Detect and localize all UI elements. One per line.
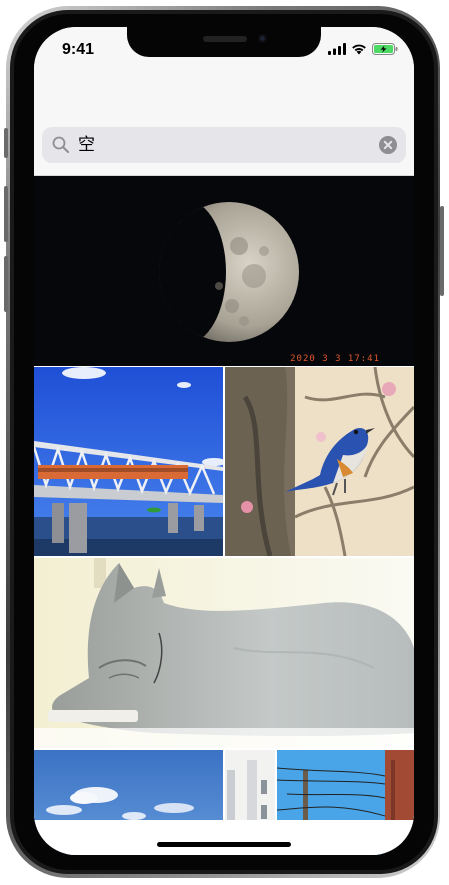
- clear-circle-icon[interactable]: [379, 136, 397, 154]
- photo-blue-bird[interactable]: [225, 367, 414, 556]
- notch: [127, 27, 321, 57]
- navigation-bar: [34, 71, 414, 119]
- search-bar-container: 空: [34, 119, 414, 176]
- speaker: [203, 36, 247, 42]
- moon-image: [159, 202, 299, 342]
- magnifying-glass-icon: [52, 136, 69, 153]
- cellular-signal-icon: [328, 43, 346, 55]
- battery-charging-icon: [372, 43, 398, 55]
- status-icons: [328, 43, 398, 55]
- search-field[interactable]: 空: [42, 127, 406, 163]
- photo-moon[interactable]: 2020 3 3 17:41: [34, 176, 414, 366]
- side-button: [440, 206, 444, 296]
- cat-image: [34, 558, 414, 748]
- home-indicator[interactable]: [157, 842, 291, 847]
- blue-bird-image: [225, 367, 414, 556]
- front-camera: [258, 34, 267, 43]
- train-bridge-image: [34, 367, 223, 556]
- volume-up-button: [4, 186, 8, 242]
- photo-date-stamp: 2020 3 3 17:41: [290, 354, 380, 364]
- search-query[interactable]: 空: [78, 135, 95, 155]
- home-indicator-area: [34, 820, 414, 855]
- wifi-icon: [352, 44, 366, 55]
- photo-train-bridge[interactable]: [34, 367, 223, 556]
- mute-switch: [4, 128, 8, 158]
- volume-down-button: [4, 256, 8, 312]
- screen: 9:41 空 2020 3 3 17:41: [34, 27, 414, 855]
- photo-results-grid: 2020 3 3 17:41: [34, 176, 414, 855]
- photo-cat[interactable]: [34, 558, 414, 748]
- status-time: 9:41: [62, 41, 95, 58]
